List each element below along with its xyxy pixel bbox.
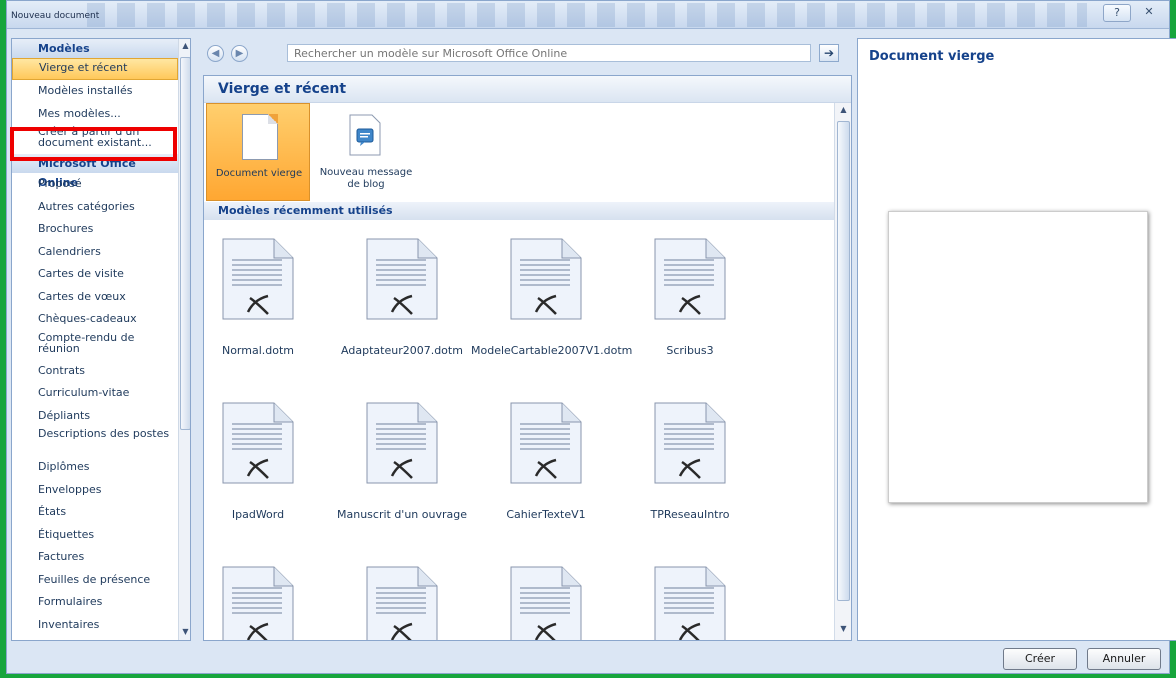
category-item[interactable]: Factures <box>12 546 178 569</box>
search-row: ◀ ▶ ➔ <box>203 41 843 65</box>
template-label: Manuscrit d'un ouvrage <box>336 508 467 521</box>
search-go-button[interactable]: ➔ <box>819 44 839 62</box>
template-label: Adaptateur2007.dotm <box>341 344 463 357</box>
category-header: Modèles <box>12 39 178 58</box>
template-document-icon[interactable] <box>222 402 294 484</box>
category-item[interactable]: Modèles installés <box>12 80 178 103</box>
search-input[interactable] <box>287 44 811 62</box>
preview-panel: Document vierge <box>857 38 1176 641</box>
category-item[interactable]: Cartes de visite <box>12 263 178 286</box>
template-document-icon[interactable] <box>366 238 438 320</box>
tile-label: Document vierge <box>215 168 303 179</box>
template-document-icon[interactable] <box>366 402 438 484</box>
scroll-down-arrow-icon[interactable]: ▼ <box>839 624 848 636</box>
help-button[interactable]: ? <box>1103 4 1131 22</box>
category-item[interactable]: Curriculum-vitae <box>12 382 178 405</box>
title-bar: Nouveau document ? ✕ <box>7 1 1169 29</box>
template-label: CahierTexteV1 <box>506 508 586 521</box>
category-scrollbar[interactable]: ▲ ▼ <box>178 39 190 640</box>
main-scroll-thumb[interactable] <box>837 121 850 601</box>
category-item[interactable]: Contrats <box>12 360 178 383</box>
close-button[interactable]: ✕ <box>1135 4 1163 22</box>
category-scroll-thumb[interactable] <box>180 57 190 430</box>
background-ribbon <box>87 3 1087 27</box>
template-document-icon[interactable] <box>510 402 582 484</box>
template-document-icon[interactable] <box>222 566 294 640</box>
tile-new-blog-post[interactable]: Nouveau message de blog <box>314 103 418 201</box>
section-title: Modèles récemment utilisés <box>204 202 834 220</box>
template-label: IpadWord <box>231 508 285 521</box>
category-item[interactable]: États <box>12 501 178 524</box>
template-document-icon[interactable] <box>654 238 726 320</box>
category-item[interactable]: Chèques-cadeaux <box>12 308 178 331</box>
template-label: Scribus3 <box>666 344 714 357</box>
category-item[interactable]: Dépliants <box>12 405 178 428</box>
tile-label: Nouveau message de blog <box>319 167 413 190</box>
category-item[interactable]: Enveloppes <box>12 479 178 502</box>
cancel-button[interactable]: Annuler <box>1087 648 1161 670</box>
template-document-icon[interactable] <box>222 238 294 320</box>
templates-main-panel: Vierge et récent Document vierge Nouveau… <box>203 75 852 641</box>
tile-blank-document[interactable]: Document vierge <box>206 103 310 201</box>
category-item[interactable]: Cartes de vœux <box>12 286 178 309</box>
category-item[interactable]: Compte-rendu de réunion <box>12 331 178 360</box>
template-label: TPReseauIntro <box>650 508 730 521</box>
category-item[interactable]: Brochures <box>12 218 178 241</box>
template-document-icon[interactable] <box>654 402 726 484</box>
category-item[interactable]: Inventaires <box>12 614 178 637</box>
blog-post-icon <box>349 114 381 156</box>
new-document-dialog: Nouveau document ? ✕ Modèles Vierge et ré… <box>6 0 1176 674</box>
window-title: Nouveau document <box>11 11 100 21</box>
back-arrow-icon[interactable]: ◀ <box>207 45 224 62</box>
category-item[interactable]: Autres catégories <box>12 196 178 219</box>
preview-page <box>888 211 1148 503</box>
preview-title: Document vierge <box>869 49 995 64</box>
category-item[interactable]: Proposé <box>12 173 178 196</box>
main-scrollbar[interactable]: ▲ ▼ <box>834 103 851 640</box>
scroll-up-arrow-icon[interactable]: ▲ <box>839 105 848 117</box>
create-button[interactable]: Créer <box>1003 648 1077 670</box>
template-document-icon[interactable] <box>654 566 726 640</box>
forward-arrow-icon[interactable]: ▶ <box>231 45 248 62</box>
blank-document-icon <box>242 114 278 160</box>
category-item[interactable]: Descriptions des postes <box>12 427 178 456</box>
scroll-up-arrow-icon[interactable]: ▲ <box>181 41 190 53</box>
scroll-down-arrow-icon[interactable]: ▼ <box>181 627 190 639</box>
category-item[interactable]: Diplômes <box>12 456 178 479</box>
template-document-icon[interactable] <box>510 566 582 640</box>
category-item[interactable]: Feuilles de présence <box>12 569 178 592</box>
category-item[interactable]: Calendriers <box>12 241 178 264</box>
category-item[interactable]: Vierge et récent <box>12 58 178 80</box>
highlight-annotation <box>10 127 177 161</box>
template-label: ModeleCartable2007V1.dotm <box>471 344 633 357</box>
category-item[interactable]: Mes modèles... <box>12 103 178 126</box>
template-label: Normal.dotm <box>221 344 295 357</box>
category-item[interactable]: Formulaires <box>12 591 178 614</box>
category-item[interactable]: Étiquettes <box>12 524 178 547</box>
template-document-icon[interactable] <box>510 238 582 320</box>
panel-title: Vierge et récent <box>204 76 851 103</box>
template-document-icon[interactable] <box>366 566 438 640</box>
